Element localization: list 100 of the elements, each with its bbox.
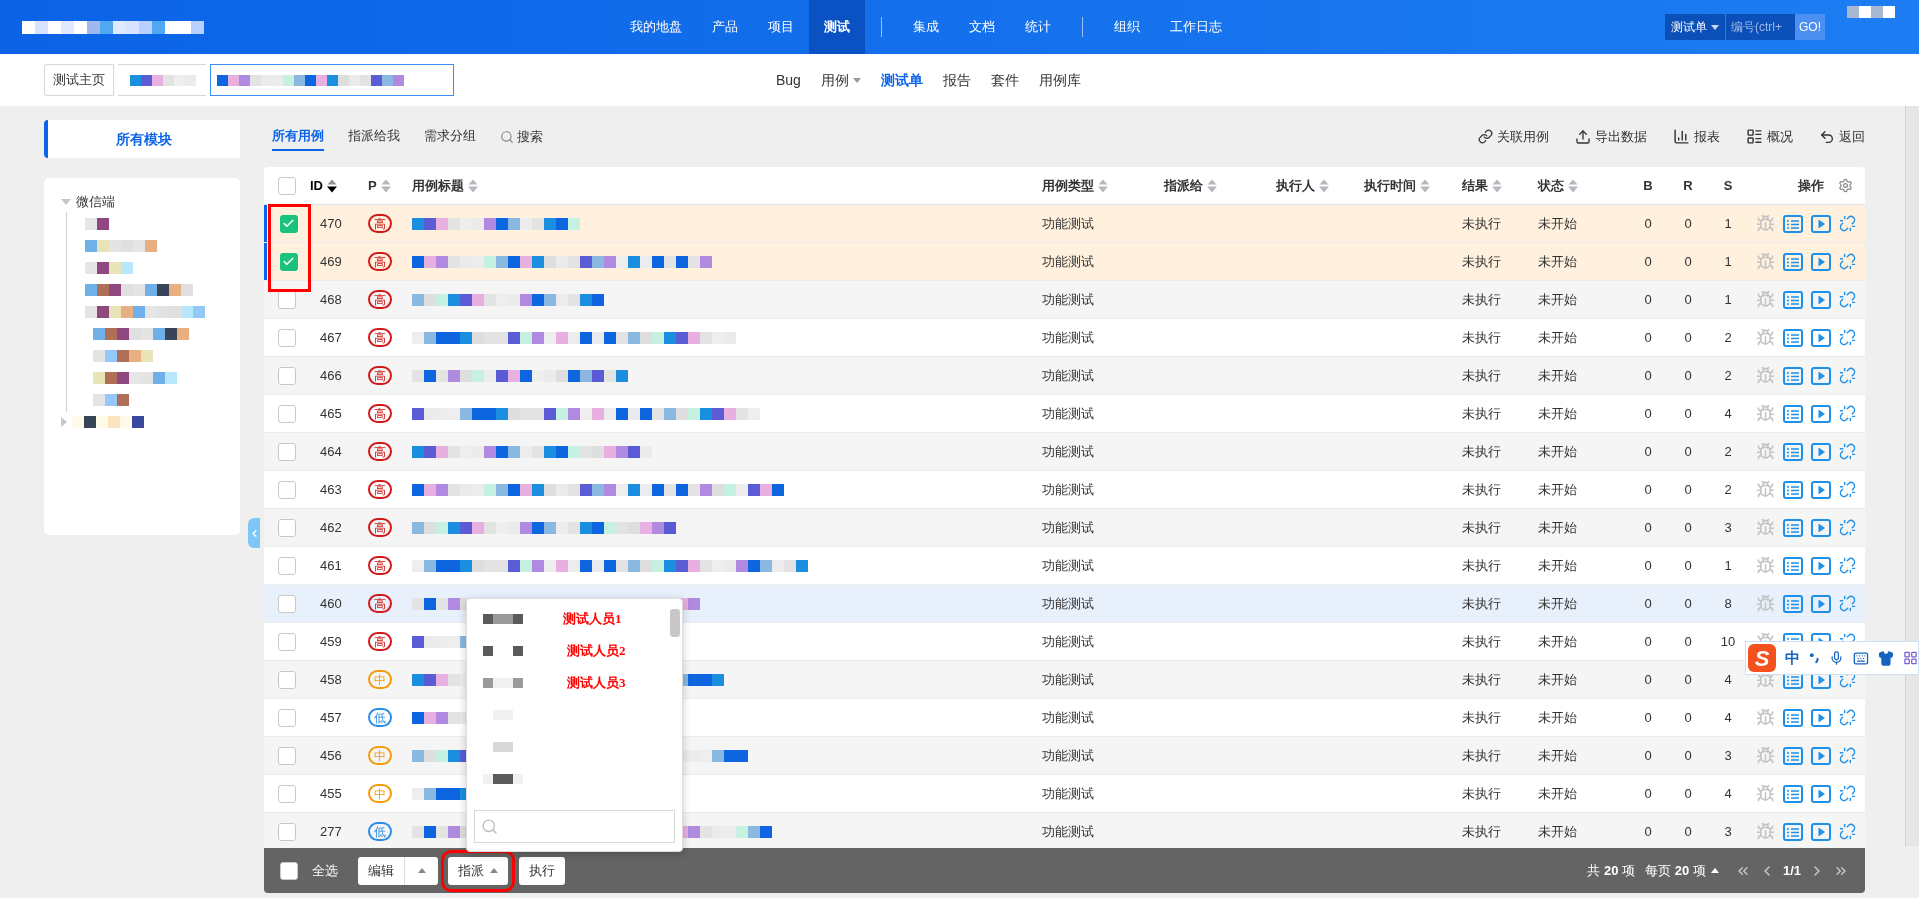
- breadcrumb-link[interactable]: 测试主页: [44, 64, 114, 96]
- table-cell-text: 1: [1724, 214, 1732, 233]
- select-all-label[interactable]: 全选: [312, 860, 338, 881]
- page-size-select[interactable]: 每页 20 项: [1645, 860, 1719, 881]
- column-header[interactable]: ID: [310, 175, 323, 196]
- input-mode-toggle[interactable]: 中: [1785, 646, 1801, 670]
- table-cell-text: 0: [1644, 366, 1652, 385]
- table-cell-text: 0: [1684, 518, 1692, 537]
- table-cell-text: 1: [1724, 290, 1732, 309]
- table-cell: 未开始: [1538, 747, 1577, 763]
- column-header[interactable]: S: [1723, 175, 1733, 196]
- column-header[interactable]: 用例标题: [412, 175, 464, 196]
- table-cell: 455: [320, 785, 342, 801]
- table-cell: 未执行: [1462, 215, 1501, 231]
- table-cell-text: 0: [1644, 822, 1652, 841]
- table-cell-text: 0: [1644, 252, 1652, 271]
- table-cell-text: 1: [1724, 252, 1732, 271]
- table-cell-text: 0: [1684, 442, 1692, 461]
- table-cell: 未开始: [1538, 519, 1577, 535]
- nav-tab[interactable]: 产品: [697, 0, 753, 54]
- table-cell: 未执行: [1462, 671, 1501, 687]
- table-cell-text: 2: [1724, 442, 1732, 461]
- sub-nav-link[interactable]: 测试单: [880, 69, 923, 91]
- filter-tab[interactable]: 指派给我: [348, 121, 400, 152]
- annotation-label: 测试人员2: [567, 642, 626, 661]
- nav-tab[interactable]: 我的地盘: [615, 0, 697, 54]
- toolbar-button[interactable]: 报表: [1673, 126, 1720, 147]
- search-link[interactable]: 搜索: [500, 126, 543, 147]
- table-cell-text: 0: [1644, 556, 1652, 575]
- sub-nav-link[interactable]: 套件: [990, 69, 1019, 91]
- page-indicator: 1/1: [1782, 861, 1801, 880]
- priority-badge: 中: [368, 746, 392, 765]
- priority-badge: 高: [368, 556, 392, 575]
- nav-tab[interactable]: 统计: [1010, 0, 1066, 54]
- toolbar-button[interactable]: 导出数据: [1575, 126, 1647, 147]
- table-cell-text: 4: [1724, 784, 1732, 803]
- priority-badge: 中: [368, 670, 392, 689]
- table-cell-text: 0: [1684, 822, 1692, 841]
- table-cell: 未开始: [1538, 443, 1577, 459]
- annotation-label: 测试人员3: [567, 674, 626, 693]
- table-cell: 466: [320, 367, 342, 383]
- table-cell: 功能测试: [1042, 747, 1094, 763]
- table-cell: 功能测试: [1042, 519, 1094, 535]
- sub-nav-link[interactable]: Bug: [776, 69, 801, 91]
- nav-tab[interactable]: 测试: [809, 0, 865, 54]
- table-cell-text: 10: [1720, 632, 1736, 651]
- column-header[interactable]: 用例类型: [1042, 175, 1094, 196]
- column-header[interactable]: R: [1683, 175, 1693, 196]
- priority-badge: 高: [368, 328, 392, 347]
- column-header[interactable]: 执行时间: [1364, 175, 1416, 196]
- table-cell: 未执行: [1462, 443, 1501, 459]
- column-header[interactable]: B: [1643, 175, 1653, 196]
- table-cell: 功能测试: [1042, 367, 1094, 383]
- table-cell: 未执行: [1462, 253, 1501, 269]
- table-cell: 功能测试: [1042, 785, 1094, 801]
- table-cell: 未开始: [1538, 367, 1577, 383]
- table-cell-text: 2: [1724, 480, 1732, 499]
- toolbar-button[interactable]: 返回: [1819, 126, 1865, 147]
- search-field[interactable]: 编号(ctrl+: [1725, 14, 1795, 40]
- sub-nav-link[interactable]: 报告: [942, 69, 971, 91]
- column-header[interactable]: 结果: [1462, 175, 1488, 196]
- annotation-label: 测试人员1: [563, 610, 622, 629]
- table-cell: 未执行: [1462, 747, 1501, 763]
- toolbar-button[interactable]: 概况: [1746, 126, 1793, 147]
- filter-tab[interactable]: 所有用例: [272, 121, 324, 152]
- table-cell: 未开始: [1538, 823, 1577, 839]
- sub-nav-link[interactable]: 用例: [820, 69, 861, 91]
- table-cell: 未执行: [1462, 785, 1501, 801]
- table-cell-text: 4: [1724, 708, 1732, 727]
- sub-nav-link[interactable]: 用例库: [1038, 69, 1081, 91]
- priority-badge: 低: [368, 822, 392, 841]
- filter-tab[interactable]: 需求分组: [424, 121, 476, 152]
- column-header[interactable]: 状态: [1538, 175, 1564, 196]
- column-header[interactable]: P: [368, 175, 377, 196]
- toolbar-button[interactable]: 关联用例: [1478, 126, 1549, 147]
- nav-tab[interactable]: 组织: [1099, 0, 1155, 54]
- nav-tab[interactable]: 项目: [753, 0, 809, 54]
- nav-tab[interactable]: 文档: [954, 0, 1010, 54]
- table-cell: 458: [320, 671, 342, 687]
- table-cell-text: 0: [1684, 252, 1692, 271]
- table-cell: 未执行: [1462, 291, 1501, 307]
- tree-node[interactable]: 微信端: [76, 192, 115, 212]
- table-cell: 功能测试: [1042, 253, 1094, 269]
- table-cell: 468: [320, 291, 342, 307]
- table-cell: 未开始: [1538, 291, 1577, 307]
- column-header[interactable]: 执行人: [1276, 175, 1315, 196]
- edit-button[interactable]: 编辑: [358, 856, 404, 885]
- nav-tab[interactable]: 工作日志: [1155, 0, 1237, 54]
- module-tab[interactable]: 所有模块: [44, 120, 240, 158]
- run-button[interactable]: 执行: [519, 856, 565, 885]
- table-cell-text: 0: [1684, 746, 1692, 765]
- table-cell: 469: [320, 253, 342, 269]
- table-cell: 未执行: [1462, 481, 1501, 497]
- table-cell-text: 0: [1684, 290, 1692, 309]
- table-cell: 功能测试: [1042, 291, 1094, 307]
- table-cell: 功能测试: [1042, 443, 1094, 459]
- table-cell: 功能测试: [1042, 671, 1094, 687]
- nav-tab[interactable]: 集成: [898, 0, 954, 54]
- column-header[interactable]: 指派给: [1164, 175, 1203, 196]
- scope-select[interactable]: 测试单: [1665, 14, 1725, 40]
